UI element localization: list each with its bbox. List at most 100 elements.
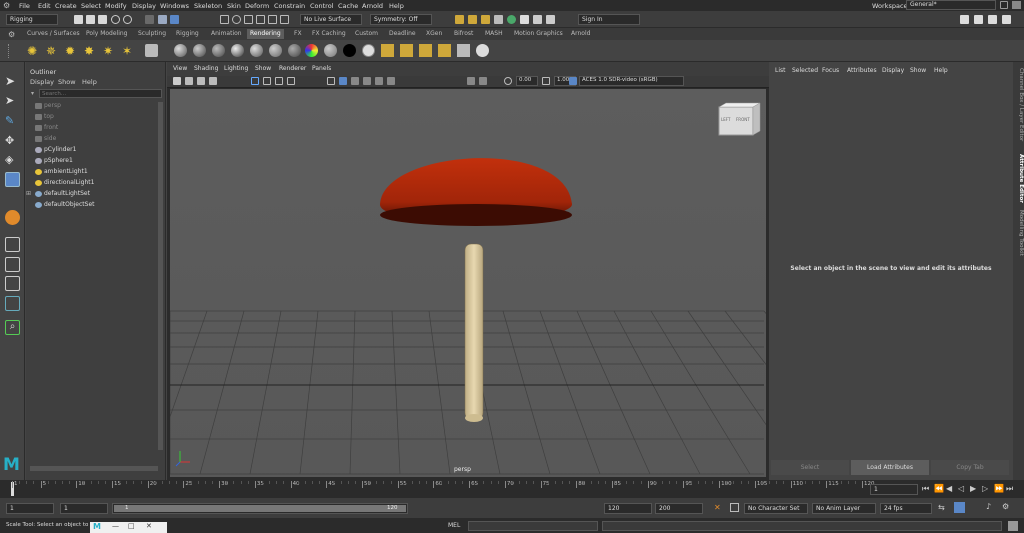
isolate-icon[interactable] xyxy=(467,77,475,85)
color-management-icon[interactable] xyxy=(569,77,577,85)
ae-select-button[interactable]: Select xyxy=(771,460,849,475)
go-to-end-icon[interactable]: ⏭ xyxy=(1006,484,1013,494)
ae-menu-display[interactable]: Display xyxy=(882,67,904,74)
taskbar-popup[interactable]: M — □ ✕ xyxy=(90,522,167,533)
symmetry-select[interactable]: Symmetry: Off xyxy=(370,14,432,25)
rotate-tool-icon[interactable]: ◈ xyxy=(5,153,20,168)
ae-load-attributes-button[interactable]: Load Attributes xyxy=(851,460,929,475)
select-tool-icon[interactable]: ➤ xyxy=(5,74,20,89)
tab-attribute-editor[interactable]: Attribute Editor xyxy=(1014,154,1024,203)
use-background-icon[interactable] xyxy=(362,44,375,57)
step-forward-icon[interactable]: ▷ xyxy=(982,484,988,493)
maya-taskbar-icon[interactable]: M xyxy=(93,522,101,531)
loop-icon[interactable]: ⇆ xyxy=(938,503,945,512)
save-scene-icon[interactable] xyxy=(98,15,107,24)
paint-select-tool-icon[interactable]: ✎ xyxy=(5,114,20,129)
vp-menu-view[interactable]: View xyxy=(173,65,187,72)
minimize-icon[interactable]: — xyxy=(112,522,119,530)
render-icon[interactable] xyxy=(455,15,464,24)
outliner-item[interactable]: directionalLight1 xyxy=(35,179,94,189)
camera-icon[interactable] xyxy=(145,44,158,57)
current-frame-field[interactable]: 1 xyxy=(870,484,918,495)
tool-settings-toggle-icon[interactable] xyxy=(988,15,997,24)
shelf-collapse-icon[interactable] xyxy=(8,44,12,58)
range-slider-handle[interactable] xyxy=(114,505,406,512)
use-all-lights-icon[interactable] xyxy=(375,77,383,85)
ramp-shader-icon[interactable] xyxy=(305,44,318,57)
select-hierarchy-icon[interactable] xyxy=(145,15,154,24)
black-shader-icon[interactable] xyxy=(343,44,356,57)
gamma-icon[interactable] xyxy=(542,77,550,85)
lock-camera-icon[interactable] xyxy=(185,77,193,85)
maya-menu-icon[interactable]: ⚙ xyxy=(3,1,12,10)
audio-icon[interactable]: ♪ xyxy=(986,502,991,511)
arnold-play-icon[interactable] xyxy=(533,15,542,24)
tab-arnold[interactable]: Arnold xyxy=(568,29,593,39)
outliner-item[interactable]: side xyxy=(35,135,56,145)
lambert-icon[interactable] xyxy=(212,44,225,57)
character-set-icon[interactable] xyxy=(730,503,739,512)
anim-start-field[interactable]: 1 xyxy=(6,503,54,514)
menu-select[interactable]: Select xyxy=(81,2,101,10)
bookmark-icon[interactable] xyxy=(197,77,205,85)
hypershade-shelf-icon[interactable] xyxy=(476,44,489,57)
phong-e-icon[interactable] xyxy=(250,44,263,57)
anisotropic-icon[interactable] xyxy=(269,44,282,57)
outliner-item[interactable]: top xyxy=(35,113,54,123)
ae-menu-help[interactable]: Help xyxy=(934,67,948,74)
volume-light-icon[interactable]: ✶ xyxy=(122,44,135,58)
arnold-pause-icon[interactable] xyxy=(546,15,555,24)
four-view-layout-icon[interactable] xyxy=(5,257,20,272)
view-cube-front-label[interactable]: FRONT xyxy=(736,117,750,122)
outliner-filter-icon[interactable]: ▾ xyxy=(31,90,34,97)
new-scene-icon[interactable] xyxy=(74,15,83,24)
wireframe-icon[interactable] xyxy=(327,77,335,85)
move-tool-icon[interactable]: ✥ xyxy=(5,134,20,149)
range-slider[interactable]: 1 120 xyxy=(112,503,408,514)
ae-menu-focus[interactable]: Focus xyxy=(822,67,839,74)
menu-skin[interactable]: Skin xyxy=(227,2,241,10)
channel-box-toggle-icon[interactable] xyxy=(960,15,969,24)
outliner-item[interactable]: ⊞ defaultLightSet xyxy=(26,190,90,200)
zoom-layout-icon[interactable]: ⌕ xyxy=(5,320,20,335)
tab-rigging[interactable]: Rigging xyxy=(173,29,202,39)
menu-arnold[interactable]: Arnold xyxy=(362,2,383,10)
snap-grid-icon[interactable] xyxy=(220,15,229,24)
menu-cache[interactable]: Cache xyxy=(338,2,358,10)
script-editor-icon[interactable] xyxy=(1008,521,1018,531)
render-region-icon[interactable] xyxy=(400,44,413,57)
wireframe-on-shaded-icon[interactable] xyxy=(351,77,359,85)
blinn-icon[interactable] xyxy=(193,44,206,57)
character-set-select[interactable]: No Character Set xyxy=(744,503,808,514)
outliner-vscrollbar[interactable] xyxy=(158,102,163,450)
ipr-render-icon[interactable] xyxy=(481,15,490,24)
outliner-item[interactable]: front xyxy=(35,124,58,134)
close-icon[interactable]: ✕ xyxy=(146,522,152,530)
outliner-hscrollbar[interactable] xyxy=(30,466,158,471)
layered-shader-icon[interactable] xyxy=(288,44,301,57)
outliner-item[interactable]: persp xyxy=(35,102,61,112)
ae-menu-show[interactable]: Show xyxy=(910,67,926,74)
xray-icon[interactable] xyxy=(479,77,487,85)
anim-end-field[interactable]: 200 xyxy=(655,503,703,514)
surface-shader-icon[interactable] xyxy=(324,44,337,57)
film-gate-icon[interactable] xyxy=(263,77,271,85)
workspace-select[interactable]: General* xyxy=(906,0,996,10)
select-camera-icon[interactable] xyxy=(173,77,181,85)
resolution-gate-icon[interactable] xyxy=(275,77,283,85)
sidebar-toggle-icon[interactable] xyxy=(1012,1,1021,9)
snap-curve-icon[interactable] xyxy=(232,15,241,24)
undo-icon[interactable] xyxy=(111,15,120,24)
render-view-icon[interactable] xyxy=(520,15,529,24)
menu-modify[interactable]: Modify xyxy=(105,2,127,10)
batch-render-icon[interactable] xyxy=(438,44,451,57)
outliner-menu-display[interactable]: Display xyxy=(30,78,54,86)
two-view-layout-icon[interactable] xyxy=(5,276,20,291)
open-scene-icon[interactable] xyxy=(86,15,95,24)
ae-menu-selected[interactable]: Selected xyxy=(792,67,818,74)
play-forward-icon[interactable]: ▶ xyxy=(970,484,976,493)
menu-help[interactable]: Help xyxy=(389,2,404,10)
phong-icon[interactable] xyxy=(231,44,244,57)
snap-view-icon[interactable] xyxy=(268,15,277,24)
modeling-toolkit-toggle-icon[interactable] xyxy=(1002,15,1011,24)
